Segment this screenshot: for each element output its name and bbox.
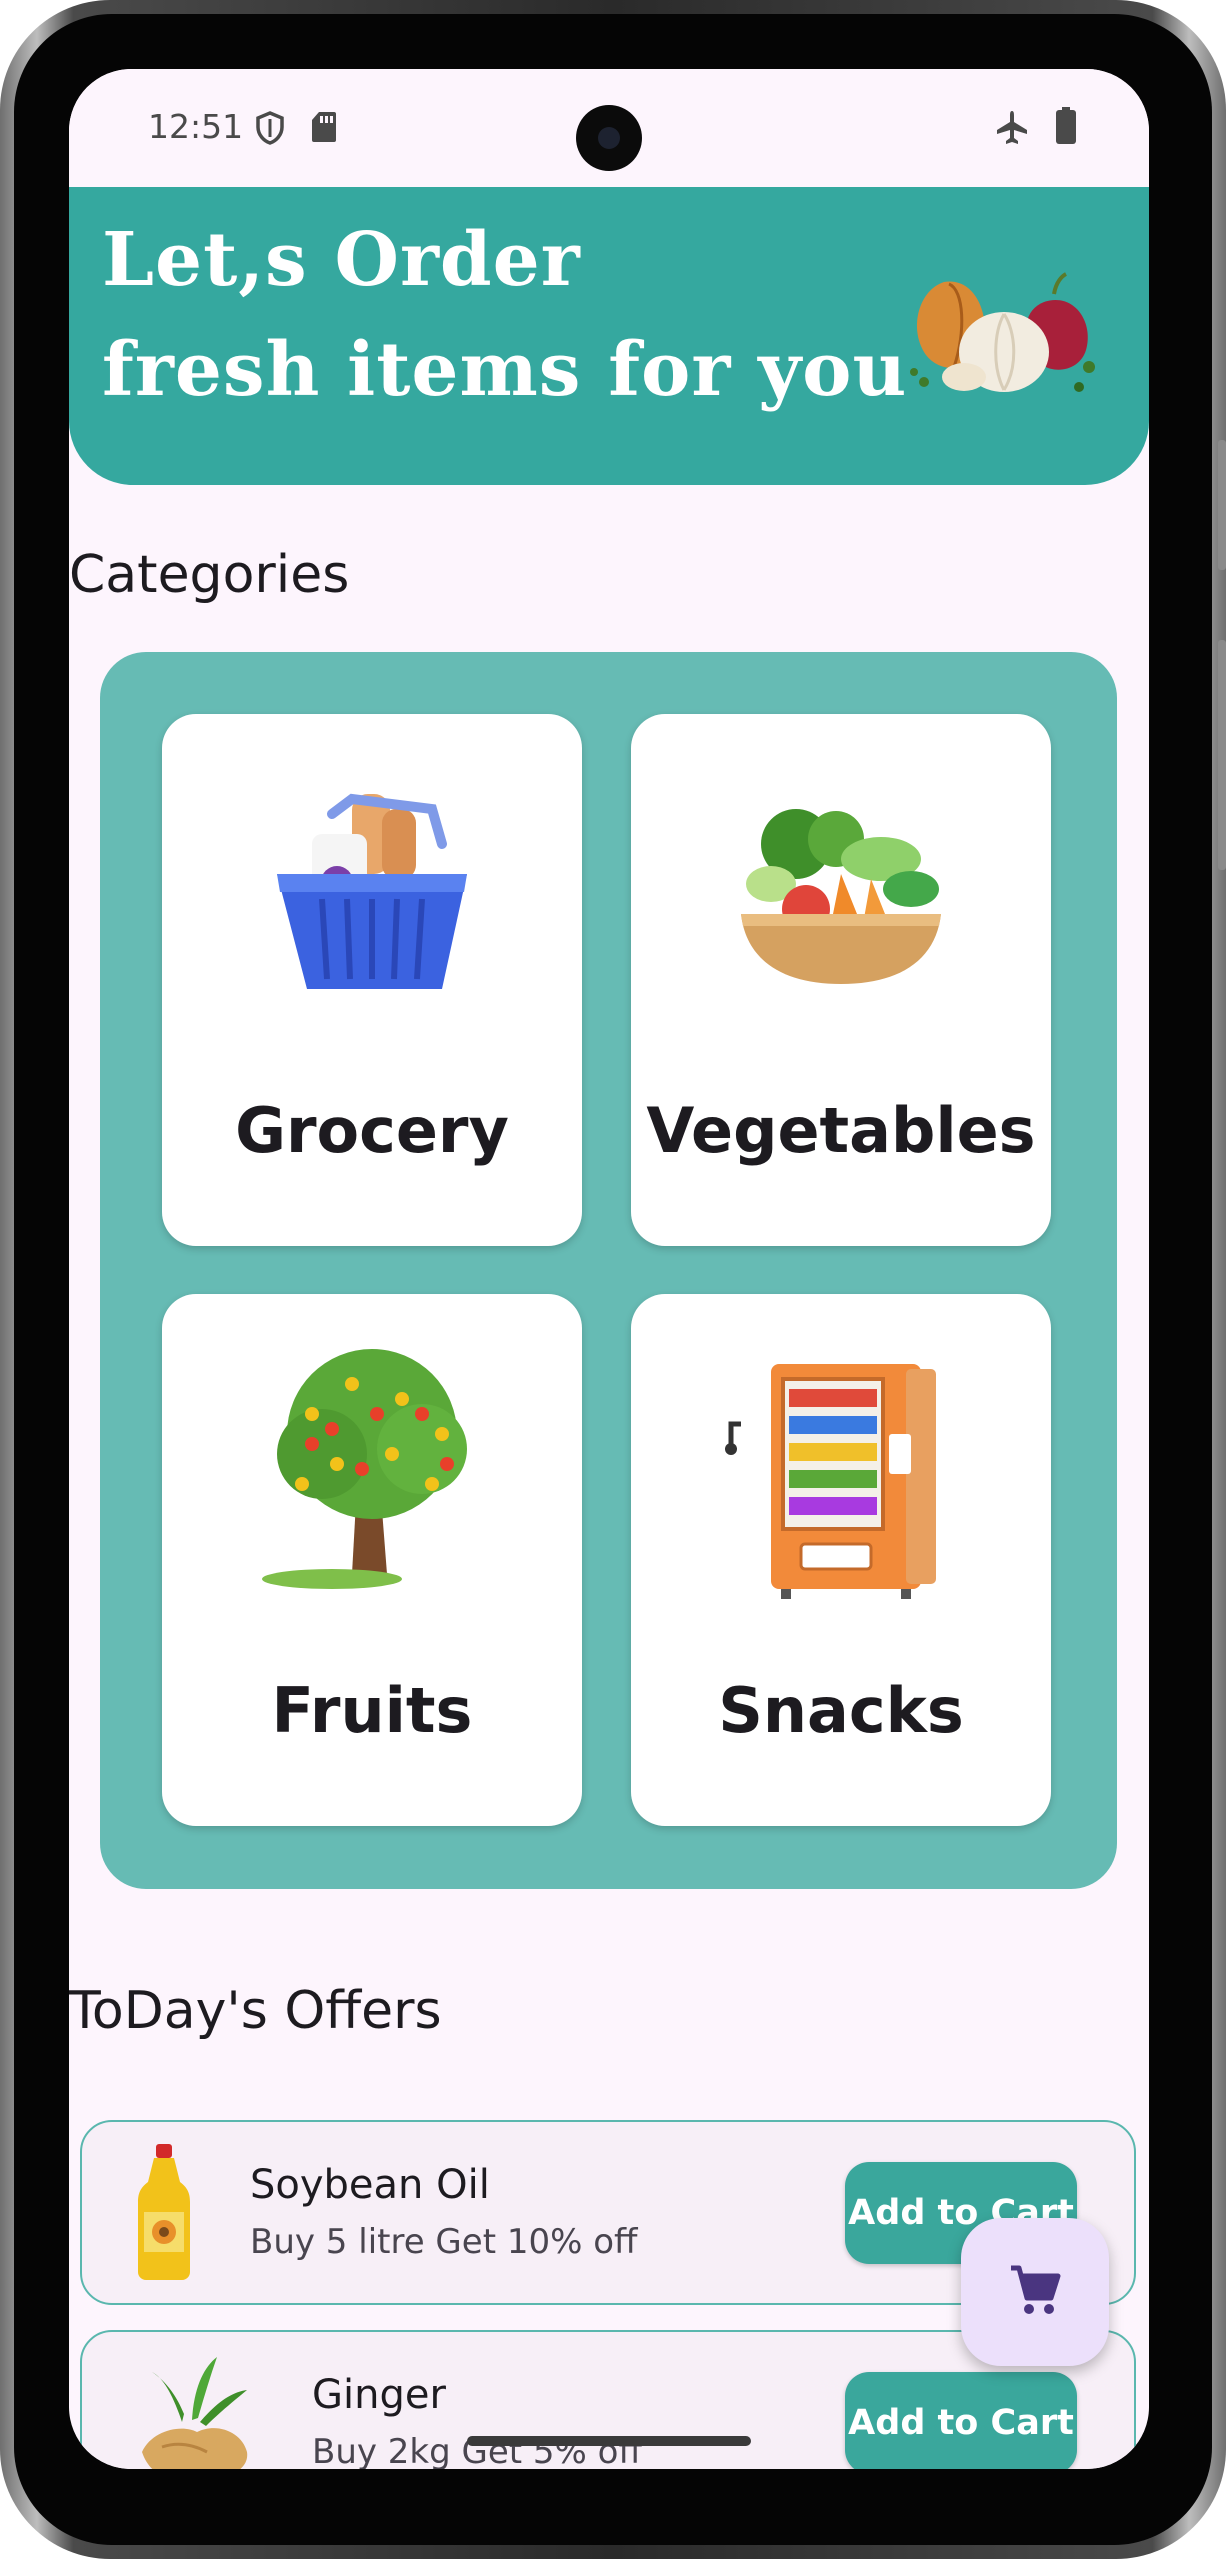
vending-machine-icon [711, 1344, 971, 1604]
oil-bottle-icon [134, 2142, 194, 2287]
category-card-fruits[interactable]: Fruits [162, 1294, 582, 1826]
ginger-icon [122, 2352, 262, 2469]
volume-button [1218, 440, 1226, 570]
category-label: Snacks [718, 1674, 964, 1747]
status-time: 12:51 [148, 107, 244, 146]
offer-name: Ginger [312, 2372, 446, 2418]
front-camera [576, 105, 642, 171]
airplane-mode-icon [995, 109, 1029, 150]
banner-title-line1: Let,s Order [102, 217, 581, 303]
offers-heading: ToDay's Offers [69, 1981, 442, 2041]
add-to-cart-button[interactable]: Add to Cart [845, 2372, 1077, 2469]
shopping-cart-icon [1007, 2262, 1063, 2323]
status-bar: 12:51 [69, 69, 1149, 187]
category-card-vegetables[interactable]: Vegetables [631, 714, 1051, 1246]
offer-description: Buy 5 litre Get 10% off [250, 2222, 638, 2262]
app-screen: 12:51 Let,s Order fresh items for you Ca… [69, 69, 1149, 2469]
shield-icon [255, 111, 285, 150]
vegetable-bowl-icon [711, 764, 971, 1024]
category-card-snacks[interactable]: Snacks [631, 1294, 1051, 1826]
onion-garlic-illustration [904, 272, 1104, 407]
cart-fab-button[interactable] [961, 2218, 1109, 2366]
banner-title-line2: fresh items for you [102, 327, 908, 413]
grocery-basket-icon [242, 764, 502, 1024]
category-card-grocery[interactable]: Grocery [162, 714, 582, 1246]
category-label: Vegetables [646, 1094, 1036, 1167]
home-indicator[interactable] [467, 2436, 751, 2446]
categories-heading: Categories [69, 545, 350, 605]
fruit-tree-icon [242, 1344, 502, 1604]
power-button [1218, 640, 1226, 870]
header-banner: Let,s Order fresh items for you [69, 187, 1149, 485]
category-label: Fruits [271, 1674, 473, 1747]
categories-panel: Grocery Vegetables Fruits Snacks [100, 652, 1117, 1889]
category-label: Grocery [235, 1094, 509, 1167]
battery-icon [1055, 107, 1077, 150]
sd-card-icon [311, 111, 337, 148]
offer-name: Soybean Oil [250, 2162, 490, 2208]
